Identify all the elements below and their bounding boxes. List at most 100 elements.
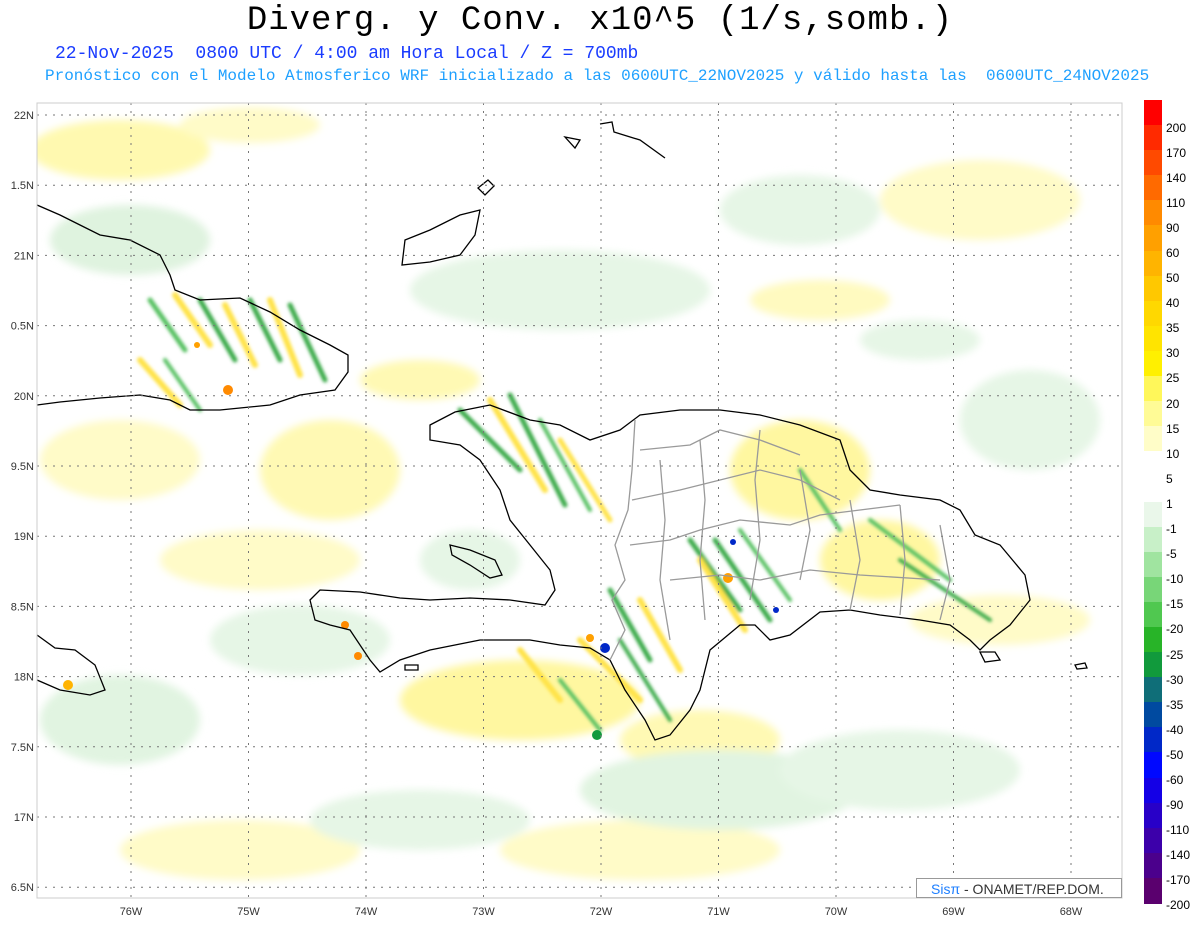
legend-swatch xyxy=(1144,476,1162,502)
legend-label: 25 xyxy=(1166,371,1180,386)
latitude-label: 17N xyxy=(14,812,34,824)
positive-area xyxy=(880,160,1080,240)
negative-area xyxy=(720,175,880,245)
legend-label: -140 xyxy=(1166,848,1191,863)
legend-label: 10 xyxy=(1166,446,1180,461)
latitude-label: 0.5N xyxy=(11,321,34,333)
positive-area xyxy=(400,660,640,740)
legend-label: -110 xyxy=(1166,823,1190,838)
color-legend xyxy=(1144,100,1162,904)
legend-swatch xyxy=(1144,802,1162,829)
legend-swatch xyxy=(1144,325,1162,352)
longitude-label: 69W xyxy=(942,906,965,918)
positive-area xyxy=(750,280,890,320)
legend-swatch xyxy=(1144,551,1162,578)
legend-label: 30 xyxy=(1166,346,1180,361)
convergence-streak xyxy=(147,297,188,353)
legend-label: 40 xyxy=(1166,296,1180,311)
legend-label: 20 xyxy=(1166,396,1180,411)
legend-label: 60 xyxy=(1166,246,1180,261)
divergence-map: 22N 1.5N 21N 0.5N 20N 9.5N 19N 8.5N 18N 7.5N 17N 6.… xyxy=(11,102,1123,918)
negative-area xyxy=(210,605,390,675)
divergence-max xyxy=(63,680,73,690)
province-border xyxy=(659,459,671,641)
positive-area xyxy=(180,107,320,143)
island xyxy=(599,121,666,159)
positive-area xyxy=(40,420,200,500)
latitude-labels: 22N 1.5N 21N 0.5N 20N 9.5N 19N 8.5N 18N 7.5N 17N 6.… xyxy=(11,110,34,894)
longitude-label: 71W xyxy=(707,906,730,918)
shading-layer xyxy=(37,107,1100,880)
legend-swatch xyxy=(1144,626,1162,653)
legend-label: 140 xyxy=(1166,170,1187,185)
negative-area xyxy=(960,370,1100,470)
legend-swatch xyxy=(1144,526,1162,553)
legend-label: 200 xyxy=(1166,120,1187,135)
legend-label: -35 xyxy=(1166,697,1184,712)
divergence-max xyxy=(723,573,733,583)
legend-swatch xyxy=(1144,350,1162,377)
longitude-labels: 76W 75W 74W 73W 72W 71W 70W 69W 68W xyxy=(120,906,1083,918)
sispi-logo: Sisπ xyxy=(931,881,961,897)
legend-swatch xyxy=(1144,702,1162,728)
legend-swatch xyxy=(1144,752,1162,779)
longitude-label: 68W xyxy=(1060,906,1083,918)
positive-area xyxy=(910,595,1090,645)
island xyxy=(404,664,419,671)
divergence-max xyxy=(586,634,594,642)
legend-swatch xyxy=(1144,727,1162,753)
legend-label: -90 xyxy=(1166,798,1184,813)
divergence-max xyxy=(223,385,233,395)
legend-label: -10 xyxy=(1166,572,1184,587)
convergence-streak xyxy=(163,358,202,412)
legend-label: 50 xyxy=(1166,271,1180,286)
negative-area xyxy=(420,530,520,590)
legend-swatch xyxy=(1144,677,1162,703)
legend-swatch xyxy=(1144,827,1162,854)
divergence-streak xyxy=(222,302,258,368)
legend-swatch xyxy=(1144,200,1162,226)
legend-swatch xyxy=(1144,250,1162,277)
legend-label: -60 xyxy=(1166,772,1184,787)
legend-swatch xyxy=(1144,275,1162,302)
divergence-streak xyxy=(172,292,213,348)
credit-box: Sisπ - ONAMET/REP.DOM. xyxy=(916,878,1122,898)
negative-area xyxy=(40,675,200,765)
negative-area xyxy=(410,250,710,330)
longitude-label: 70W xyxy=(825,906,848,918)
legend-swatch xyxy=(1144,601,1162,628)
legend-swatch xyxy=(1144,125,1162,151)
legend-label: -50 xyxy=(1166,747,1184,762)
legend-label: -200 xyxy=(1166,898,1191,913)
latitude-label: 19N xyxy=(14,531,34,543)
legend-label: 5 xyxy=(1166,471,1173,486)
island xyxy=(978,651,1002,663)
legend-label: 1 xyxy=(1166,496,1173,511)
legend-label: 170 xyxy=(1166,145,1187,160)
island xyxy=(477,179,495,196)
legend-swatch xyxy=(1144,376,1162,402)
legend-label: -170 xyxy=(1166,873,1191,888)
longitude-label: 76W xyxy=(120,906,143,918)
legend-label: -30 xyxy=(1166,672,1184,687)
legend-swatch xyxy=(1144,401,1162,427)
credit-text: - ONAMET/REP.DOM. xyxy=(960,881,1104,897)
divergence-max xyxy=(354,652,362,660)
legend-label: -25 xyxy=(1166,647,1184,662)
latitude-label: 1.5N xyxy=(11,180,34,192)
legend-label: 35 xyxy=(1166,321,1180,336)
latitude-label: 7.5N xyxy=(11,742,34,754)
legend-swatch xyxy=(1144,852,1162,879)
island xyxy=(563,135,582,150)
positive-area xyxy=(160,530,360,590)
latitude-label: 21N xyxy=(14,250,34,262)
legend-label: 15 xyxy=(1166,421,1180,436)
legend-swatch xyxy=(1144,300,1162,327)
negative-area xyxy=(310,790,530,850)
legend-swatch xyxy=(1144,150,1162,176)
legend-label: 110 xyxy=(1166,195,1186,210)
legend-swatch xyxy=(1144,652,1162,678)
latitude-label: 8.5N xyxy=(11,601,34,613)
latitude-label: 20N xyxy=(14,391,34,403)
legend-label: -5 xyxy=(1166,547,1177,562)
